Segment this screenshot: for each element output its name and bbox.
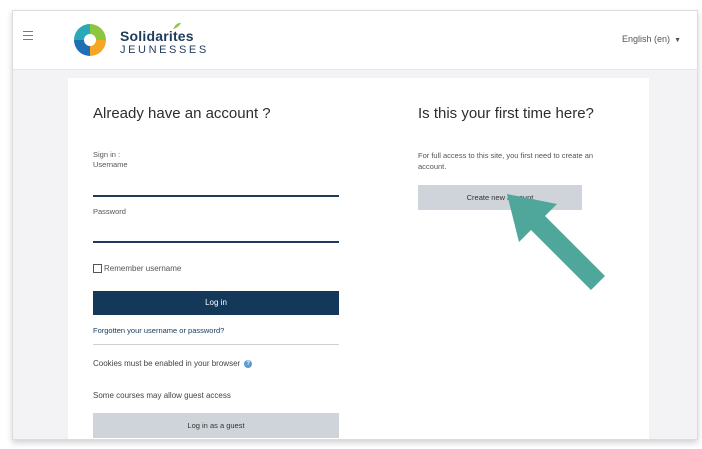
username-label: Username xyxy=(93,160,128,169)
sign-in-labels: Sign in : Username xyxy=(93,150,128,170)
remember-username-checkbox[interactable] xyxy=(93,264,102,273)
password-label: Password xyxy=(93,207,126,216)
arrow-pointer-icon xyxy=(507,194,605,290)
signup-heading: Is this your first time here? xyxy=(418,105,594,122)
login-heading: Already have an account ? xyxy=(93,105,271,122)
hamburger-icon[interactable] xyxy=(23,31,33,41)
remember-username-label: Remember username xyxy=(104,264,182,273)
logo-title: Solidarites xyxy=(120,28,194,44)
language-label: English (en) xyxy=(622,34,671,44)
cookies-notice: Cookies must be enabled in your browser … xyxy=(93,359,253,368)
site-logo[interactable]: Solidarites JEUNESSES xyxy=(68,20,208,60)
logo-leaf-icon xyxy=(173,22,181,29)
top-navbar: Solidarites JEUNESSES English (en) ▼ xyxy=(13,11,697,70)
divider xyxy=(93,344,339,345)
info-icon[interactable]: ? xyxy=(244,359,253,368)
logo-subtitle: JEUNESSES xyxy=(120,44,209,56)
remember-username-row: Remember username xyxy=(93,264,181,273)
cookies-note-text: Cookies must be enabled in your browser xyxy=(93,359,241,368)
guest-access-note: Some courses may allow guest access xyxy=(93,391,231,400)
signup-description: For full access to this site, you first … xyxy=(418,151,594,171)
caret-down-icon: ▼ xyxy=(674,37,681,44)
login-button[interactable]: Log in xyxy=(93,291,339,315)
language-selector[interactable]: English (en) ▼ xyxy=(622,34,681,44)
password-input[interactable] xyxy=(93,227,339,243)
sign-in-label: Sign in : xyxy=(93,150,121,159)
logo-swirl-icon xyxy=(74,24,106,56)
guest-login-button[interactable]: Log in as a guest xyxy=(93,413,339,438)
username-input[interactable] xyxy=(93,181,339,197)
forgot-password-link[interactable]: Forgotten your username or password? xyxy=(93,326,224,335)
